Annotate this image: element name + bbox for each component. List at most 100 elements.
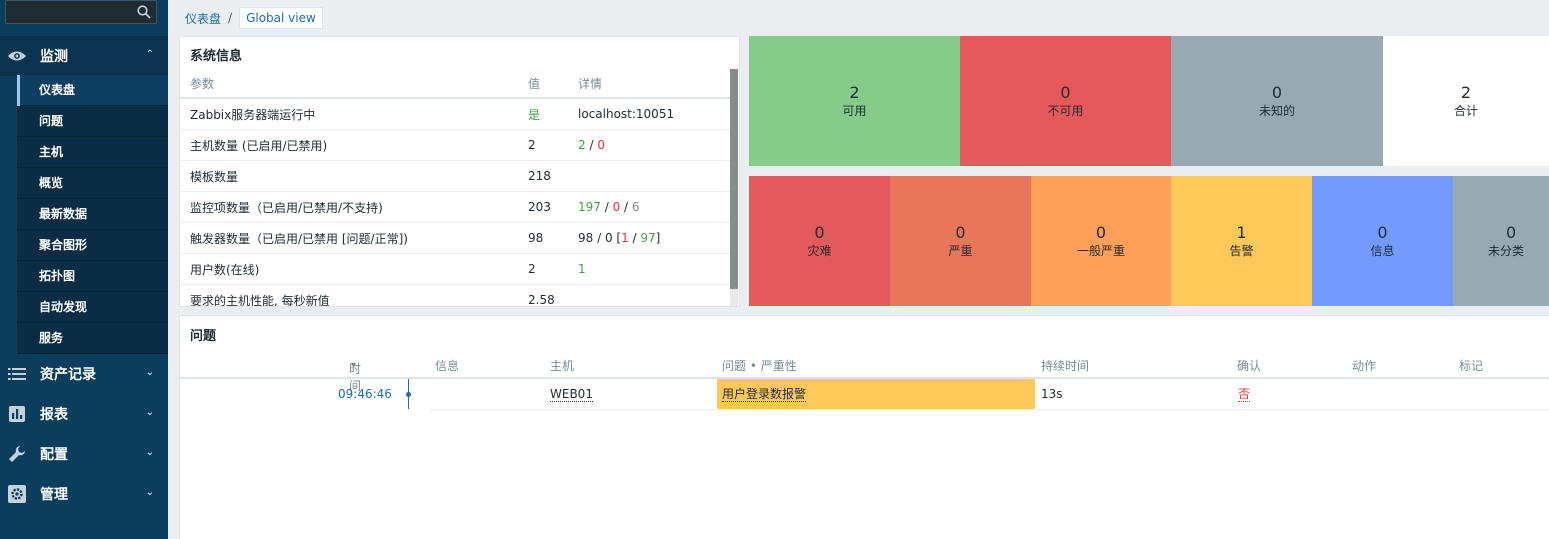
- tile-count: 2: [849, 83, 860, 102]
- severity-tile-information[interactable]: 0 信息: [1312, 176, 1453, 306]
- scrollbar-thumb[interactable]: [730, 69, 738, 289]
- breadcrumb-dashboard-link[interactable]: 仪表盘: [185, 10, 221, 27]
- problems-table-header: 时间 ▾ 信息 主机 问题 • 严重性 持续时间 确认 动作 标记: [180, 354, 1549, 393]
- availability-tile-unknown[interactable]: 0 未知的: [1171, 36, 1383, 166]
- detail-cell: 2 / 0: [578, 138, 605, 152]
- availability-tile-unavailable[interactable]: 0 不可用: [960, 36, 1171, 166]
- problem-severity-widget: 0 灾难 0 严重 0 一般严重 1 告警 0 信息 0 未分类: [749, 176, 1549, 306]
- column-header-actions: 动作: [1352, 359, 1377, 373]
- problem-severity-cell: 用户登录数报警: [717, 379, 1035, 409]
- detail-cell: 98 / 0 [1 / 97]: [578, 231, 660, 245]
- severity-tile-warning[interactable]: 1 告警: [1171, 176, 1312, 306]
- column-header-detail: 详情: [578, 76, 603, 91]
- tile-count: 0: [955, 223, 966, 242]
- table-row: 监控项数量（已启用/已禁用/不支持) 203 197 / 0 / 6: [180, 192, 733, 223]
- enabled-count: 197: [578, 200, 601, 214]
- chevron-down-icon: ⌄: [145, 407, 154, 418]
- problem-host-link[interactable]: WEB01: [550, 387, 593, 402]
- widget-title: 系统信息: [190, 49, 243, 64]
- tile-count: 0: [1060, 83, 1071, 102]
- param-cell: Zabbix服务器端运行中: [190, 107, 316, 122]
- submenu-item-dashboard[interactable]: 仪表盘: [17, 75, 168, 106]
- severity-tile-disaster[interactable]: 0 灾难: [749, 176, 890, 306]
- tile-label: 不可用: [1047, 104, 1084, 118]
- breadcrumb: 仪表盘 / Global view: [185, 7, 323, 29]
- tile-count: 0: [814, 223, 825, 242]
- tile-count: 0: [1095, 223, 1107, 242]
- column-header-duration: 持续时间: [1041, 359, 1090, 373]
- submenu-item-maps[interactable]: 拓扑图: [17, 261, 168, 292]
- problem-ack-link[interactable]: 否: [1238, 387, 1251, 402]
- detail-cell: 197 / 0 / 6: [578, 200, 640, 214]
- separator: /: [585, 138, 598, 152]
- submenu-item-services[interactable]: 服务: [17, 323, 168, 354]
- value-cell: 2: [528, 138, 536, 152]
- param-cell: 模板数量: [190, 169, 239, 184]
- menu-administration[interactable]: 管理 ⌄: [0, 474, 168, 514]
- submenu-item-discovery[interactable]: 自动发现: [17, 292, 168, 323]
- menu-inventory-label: 资产记录: [40, 367, 96, 383]
- problem-name-link[interactable]: 用户登录数报警: [722, 387, 807, 402]
- availability-tile-available[interactable]: 2 可用: [749, 36, 960, 166]
- severity-tile-average[interactable]: 0 一般严重: [1031, 176, 1171, 306]
- menu-inventory[interactable]: 资产记录 ⌄: [0, 354, 168, 394]
- severity-tile-high[interactable]: 0 严重: [890, 176, 1031, 306]
- param-cell: 用户数(在线): [190, 262, 260, 277]
- value-cell: 是: [528, 107, 541, 122]
- submenu-item-problems[interactable]: 问题: [17, 106, 168, 137]
- column-header-param: 参数: [190, 76, 215, 91]
- gear-icon: [7, 484, 27, 504]
- menu-configuration[interactable]: 配置 ⌄: [0, 434, 168, 474]
- submenu-item-screens[interactable]: 聚合图形: [17, 230, 168, 261]
- menu-administration-label: 管理: [40, 487, 68, 503]
- breadcrumb-current[interactable]: Global view: [239, 7, 323, 29]
- tile-label: 可用: [842, 104, 867, 118]
- column-header-tags: 标记: [1459, 359, 1484, 373]
- widget-title: 问题: [190, 329, 217, 344]
- tile-label: 未分类: [1488, 244, 1525, 258]
- submenu-item-latest-data[interactable]: 最新数据: [17, 199, 168, 230]
- column-header-time[interactable]: 时间 ▾: [349, 357, 361, 393]
- param-cell: 触发器数量（已启用/已禁用 [问题/正常]): [190, 231, 408, 246]
- menu-reports[interactable]: 报表 ⌄: [0, 394, 168, 434]
- search-input[interactable]: [5, 0, 157, 24]
- chevron-down-icon: ⌄: [145, 487, 154, 498]
- availability-tile-total[interactable]: 2 合计: [1383, 36, 1549, 166]
- tile-count: 0: [1271, 83, 1283, 102]
- table-row: 模板数量 218: [180, 161, 733, 192]
- separator: /: [628, 231, 641, 245]
- menu-monitoring-label: 监测: [40, 49, 68, 65]
- menu-configuration-label: 配置: [40, 447, 68, 463]
- submenu-item-hosts[interactable]: 主机: [17, 137, 168, 168]
- eye-icon: [7, 46, 27, 66]
- problem-duration: 13s: [1041, 387, 1063, 401]
- tile-count: 0: [1377, 223, 1388, 242]
- table-row: 触发器数量（已启用/已禁用 [问题/正常]) 98 98 / 0 [1 / 97…: [180, 223, 733, 254]
- problem-count: 1: [621, 231, 629, 245]
- param-cell: 要求的主机性能, 每秒新值: [190, 293, 330, 307]
- problems-widget: 问题 时间 ▾ 信息 主机 问题 • 严重性 持续时间 确认 动作 标记 09:4…: [179, 315, 1549, 539]
- param-cell: 监控项数量（已启用/已禁用/不支持): [190, 200, 383, 215]
- sidebar: 监测 ⌃ 仪表盘 问题 主机 概览 最新数据 聚合图形 拓扑图 自动发现 服务 …: [0, 0, 168, 539]
- table-row: 用户数(在线) 2 1: [180, 254, 733, 285]
- timeline-dot: [406, 392, 411, 397]
- value-cell: 203: [528, 200, 551, 214]
- search-icon[interactable]: [137, 5, 151, 19]
- table-row: Zabbix服务器端运行中 是 localhost:10051: [180, 99, 733, 130]
- problem-time-link[interactable]: 09:46:46: [338, 387, 392, 401]
- column-header-value: 值: [528, 76, 541, 91]
- submenu-item-overview[interactable]: 概览: [17, 168, 168, 199]
- enabled-count: 2: [578, 138, 586, 152]
- severity-tile-not-classified[interactable]: 0 未分类: [1453, 176, 1549, 306]
- tile-label: 信息: [1370, 244, 1395, 258]
- column-header-info: 信息: [435, 359, 460, 373]
- trigger-prefix: 98 / 0 [: [578, 231, 622, 245]
- unsupported-count: 6: [631, 200, 640, 214]
- tile-label: 告警: [1229, 244, 1254, 258]
- column-header-host: 主机: [550, 359, 575, 373]
- menu-monitoring[interactable]: 监测 ⌃: [0, 36, 168, 76]
- monitoring-submenu: 仪表盘 问题 主机 概览 最新数据 聚合图形 拓扑图 自动发现 服务: [17, 75, 168, 354]
- wrench-icon: [7, 444, 27, 464]
- ok-count: 97: [640, 231, 656, 245]
- separator: /: [600, 200, 613, 214]
